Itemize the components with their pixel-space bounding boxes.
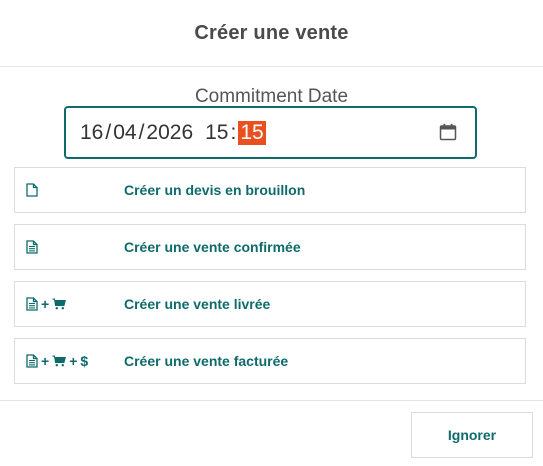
dialog-header: Créer une vente bbox=[0, 0, 543, 67]
plus-sign: + bbox=[41, 353, 50, 369]
date-separator: / bbox=[105, 120, 112, 144]
action-list: Créer un devis en brouillon Créer une ve… bbox=[14, 167, 526, 395]
file-icon bbox=[26, 183, 38, 197]
action-label: Créer une vente confirmée bbox=[124, 239, 301, 255]
create-delivered-sale-button[interactable]: + Créer une vente livrée bbox=[14, 281, 526, 327]
minute-segment[interactable]: 15 bbox=[238, 120, 266, 145]
year-segment[interactable]: 2026 bbox=[146, 121, 193, 145]
dollar-icon: $ bbox=[80, 353, 89, 369]
ignore-button[interactable]: Ignorer bbox=[411, 412, 533, 458]
file-text-icon bbox=[26, 240, 38, 254]
action-icons: + + $ bbox=[26, 339, 88, 383]
create-invoiced-sale-button[interactable]: + + $ Créer une vente facturée bbox=[14, 338, 526, 384]
action-label: Créer une vente livrée bbox=[124, 296, 271, 312]
create-confirmed-sale-button[interactable]: Créer une vente confirmée bbox=[14, 224, 526, 270]
create-sale-dialog: Créer une vente Commitment Date 16 / 04 … bbox=[0, 0, 543, 466]
cart-icon bbox=[52, 298, 67, 310]
calendar-icon[interactable] bbox=[439, 123, 457, 141]
action-icons bbox=[26, 225, 38, 269]
cart-icon bbox=[52, 355, 67, 367]
hour-segment[interactable]: 15 bbox=[205, 121, 228, 145]
day-segment[interactable]: 16 bbox=[80, 121, 103, 145]
time-separator: : bbox=[230, 120, 237, 144]
action-icons bbox=[26, 168, 38, 212]
plus-sign: + bbox=[69, 353, 78, 369]
commitment-date-input[interactable]: 16 / 04 / 2026 15 : 15 bbox=[64, 106, 477, 159]
date-separator: / bbox=[138, 120, 145, 144]
file-text-icon bbox=[26, 354, 38, 368]
action-icons: + bbox=[26, 282, 67, 326]
action-label: Créer un devis en brouillon bbox=[124, 182, 306, 198]
month-segment[interactable]: 04 bbox=[113, 121, 136, 145]
plus-sign: + bbox=[41, 296, 50, 312]
commitment-date-label: Commitment Date bbox=[194, 86, 349, 107]
file-text-icon bbox=[26, 297, 38, 311]
action-label: Créer une vente facturée bbox=[124, 353, 289, 369]
create-draft-quote-button[interactable]: Créer un devis en brouillon bbox=[14, 167, 526, 213]
dialog-footer: Ignorer bbox=[0, 400, 543, 466]
dialog-title: Créer une vente bbox=[194, 21, 349, 44]
